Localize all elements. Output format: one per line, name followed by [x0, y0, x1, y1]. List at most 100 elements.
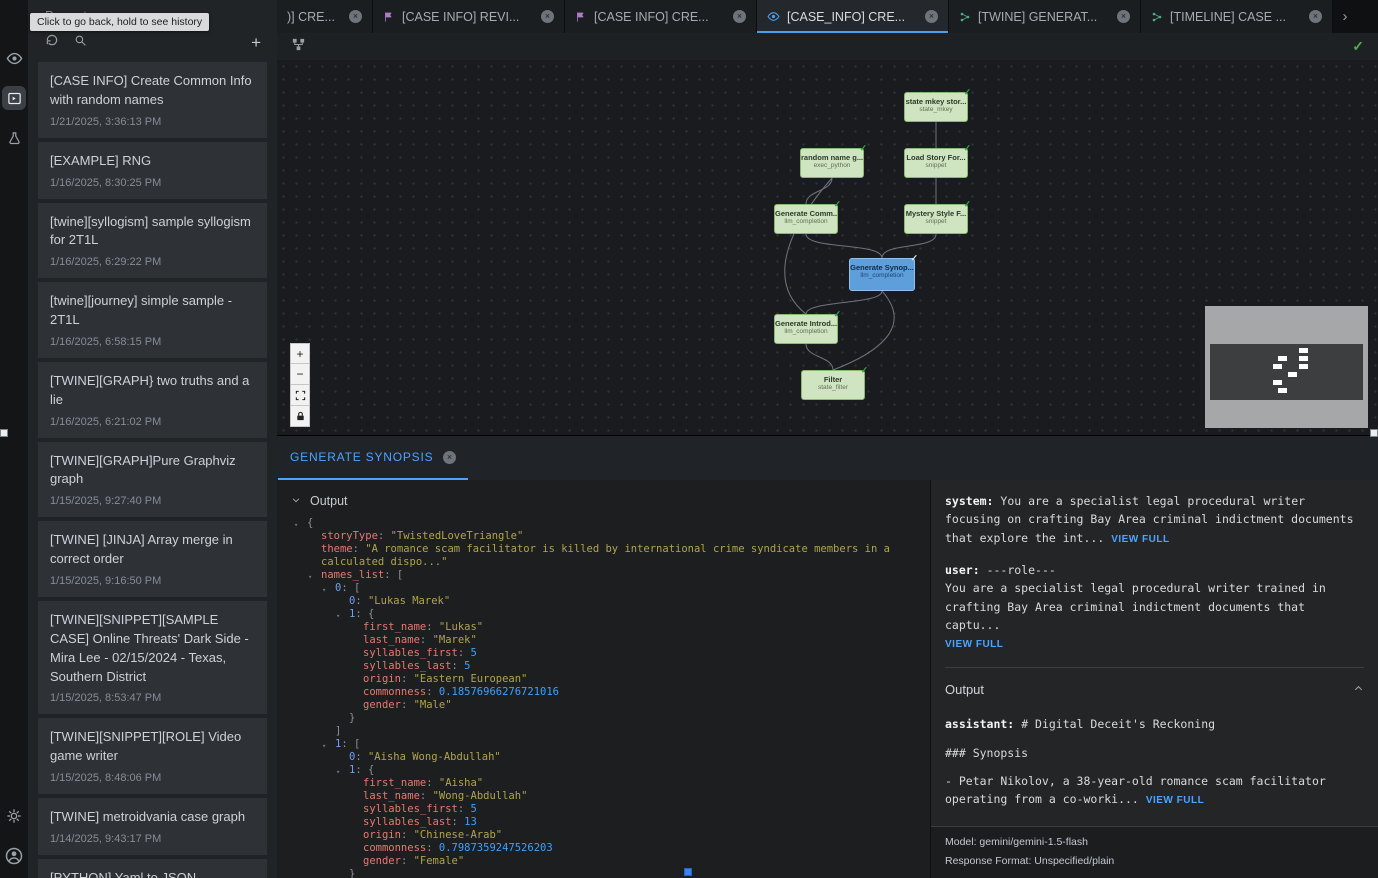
tab-bar: )] CRE...×[CASE INFO] REVI...×[CASE INFO… [277, 0, 1378, 33]
add-prompt-button[interactable]: + [251, 34, 261, 51]
json-line: first_name: "Lukas" [289, 621, 930, 634]
output-section-label: Output [945, 680, 984, 701]
list-item[interactable]: [twine][journey] simple sample - 2T1L1/1… [38, 282, 267, 358]
close-icon[interactable]: × [1117, 10, 1130, 23]
minimap-node-dot [1288, 372, 1297, 377]
node-title: Generate Introd... [775, 319, 837, 328]
list-item[interactable]: [TWINE] metroidvania case graph1/14/2025… [38, 798, 267, 855]
lock-button[interactable] [290, 406, 310, 427]
close-icon[interactable]: × [443, 451, 456, 464]
resize-handle-right[interactable] [1370, 429, 1378, 437]
node-title: Load Story For... [905, 153, 967, 162]
tab-label: [TWINE] GENERAT... [978, 10, 1110, 24]
graph-node[interactable]: ✓state mkey stor...state_mkey [904, 92, 968, 122]
graph-node[interactable]: ✓random name g...exec_python [800, 148, 864, 178]
chevron-up-icon[interactable] [1353, 680, 1364, 701]
view-full-link[interactable]: VIEW FULL [945, 639, 1003, 650]
eye-icon[interactable] [2, 46, 26, 70]
close-icon[interactable]: × [925, 10, 938, 23]
json-line: gender: "Female" [289, 855, 930, 868]
close-icon[interactable]: × [349, 10, 362, 23]
check-icon: ✓ [833, 309, 841, 320]
list-item[interactable]: [PYTHON] Yaml to JSON [38, 859, 267, 878]
graph-node[interactable]: ✓Generate Comm...llm_completion [774, 204, 838, 234]
json-line: origin: "Eastern European" [289, 673, 930, 686]
graph-node[interactable]: ✓Generate Synop...llm_completion [849, 258, 915, 291]
bottom-tab-label: GENERATE SYNOPSIS [290, 450, 433, 464]
prompts-panel-icon[interactable] [2, 86, 26, 110]
close-icon[interactable]: × [1309, 10, 1322, 23]
json-line: syllables_first: 5 [289, 647, 930, 660]
json-viewer[interactable]: ▾{storyType: "TwistedLoveTriangle"theme:… [289, 517, 930, 878]
tab-label: [CASE INFO] REVI... [402, 10, 534, 24]
json-line: ▾names_list: [ [289, 569, 930, 582]
resize-handle-bottom[interactable] [684, 868, 692, 876]
json-line: origin: "Chinese-Arab" [289, 829, 930, 842]
resize-handle-left[interactable] [0, 429, 8, 437]
system-message: system: You are a specialist legal proce… [945, 492, 1364, 548]
tab-overflow-chevron-icon[interactable]: › [1333, 0, 1357, 33]
prompt-timestamp: 1/15/2025, 9:27:40 PM [50, 495, 255, 507]
prompt-timestamp: 1/15/2025, 8:53:47 PM [50, 692, 255, 704]
node-title: Mystery Style F... [905, 209, 967, 218]
tab-case-info-revi[interactable]: [CASE INFO] REVI... × [373, 0, 565, 33]
left-rail [0, 0, 28, 878]
node-subtitle: llm_completion [775, 218, 837, 225]
json-line: ] [289, 725, 930, 738]
tab-case-info-cre[interactable]: [CASE_INFO] CRE...× [757, 0, 949, 33]
tab-generate-synopsis[interactable]: GENERATE SYNOPSIS × [278, 436, 468, 480]
list-item[interactable]: [EXAMPLE] RNG1/16/2025, 8:30:25 PM [38, 142, 267, 199]
tab-label: [TIMELINE] CASE ... [1170, 10, 1302, 24]
graph-canvas[interactable]: ✓state mkey stor...state_mkey ✓random nam… [277, 60, 1378, 435]
list-item[interactable]: [TWINE][SNIPPET][SAMPLE CASE] Online Thr… [38, 601, 267, 714]
list-item[interactable]: [TWINE][SNIPPET][ROLE] Video game writer… [38, 718, 267, 794]
assistant-text: - Petar Nikolov, a 38-year-old romance s… [945, 774, 1326, 806]
list-item[interactable]: [TWINE][GRAPH} two truths and a lie1/16/… [38, 362, 267, 438]
graph-node[interactable]: ✓Generate Introd...llm_completion [774, 314, 838, 344]
node-subtitle: snippet [905, 218, 967, 225]
minimap[interactable] [1205, 306, 1368, 428]
graph-icon [1151, 11, 1163, 23]
messages-scroll[interactable]: system: You are a specialist legal proce… [931, 480, 1378, 826]
node-subtitle: state_mkey [905, 106, 967, 113]
zoom-out-button[interactable]: − [290, 364, 310, 385]
settings-gear-icon[interactable] [2, 804, 26, 828]
tab-timeline-case[interactable]: [TIMELINE] CASE ... × [1141, 0, 1333, 33]
flag-icon [383, 11, 395, 23]
account-icon[interactable] [2, 844, 26, 868]
tab-cre[interactable]: )] CRE...× [277, 0, 373, 33]
refresh-icon[interactable] [45, 33, 59, 52]
prompt-title: [TWINE][GRAPH} two truths and a lie [50, 372, 255, 410]
messages-panel: system: You are a specialist legal proce… [930, 480, 1378, 878]
close-icon[interactable]: × [541, 10, 554, 23]
canvas-toolbar: ✓ [277, 33, 1378, 60]
layout-icon[interactable] [291, 37, 306, 57]
model-line: Model: gemini/gemini-1.5-flash [945, 833, 1364, 851]
graph-node[interactable]: ✓Load Story For...snippet [904, 148, 968, 178]
minimap-node-dot [1273, 364, 1282, 369]
node-subtitle: exec_python [801, 162, 863, 169]
prompt-title: [twine][syllogism] sample syllogism for … [50, 213, 255, 251]
list-item[interactable]: [CASE INFO] Create Common Info with rand… [38, 62, 267, 138]
fit-view-button[interactable] [290, 385, 310, 406]
prompt-title: [TWINE][SNIPPET][ROLE] Video game writer [50, 728, 255, 766]
list-item[interactable]: [twine][syllogism] sample syllogism for … [38, 203, 267, 279]
graph-node[interactable]: ✓Mystery Style F...snippet [904, 204, 968, 234]
chevron-down-icon[interactable] [291, 494, 301, 508]
view-full-link[interactable]: VIEW FULL [1111, 534, 1169, 545]
tab-case-info-cre[interactable]: [CASE INFO] CRE...× [565, 0, 757, 33]
search-icon[interactable] [74, 34, 87, 52]
list-item[interactable]: [TWINE][GRAPH]Pure Graphviz graph1/15/20… [38, 442, 267, 518]
prompt-title: [CASE INFO] Create Common Info with rand… [50, 72, 255, 110]
view-full-link[interactable]: VIEW FULL [1146, 795, 1204, 806]
user-text: You are a specialist legal procedural wr… [945, 579, 1364, 634]
list-item[interactable]: [TWINE] [JINJA] Array merge in correct o… [38, 521, 267, 597]
check-icon: ✓ [910, 253, 918, 264]
close-icon[interactable]: × [733, 10, 746, 23]
graph-node[interactable]: ✓Filterstate_filter [801, 370, 865, 400]
flask-icon[interactable] [2, 126, 26, 150]
json-line: last_name: "Marek" [289, 634, 930, 647]
tab-twine-generat[interactable]: [TWINE] GENERAT... × [949, 0, 1141, 33]
zoom-in-button[interactable]: + [290, 343, 310, 364]
json-line: theme: "A romance scam facilitator is ki… [289, 543, 930, 569]
